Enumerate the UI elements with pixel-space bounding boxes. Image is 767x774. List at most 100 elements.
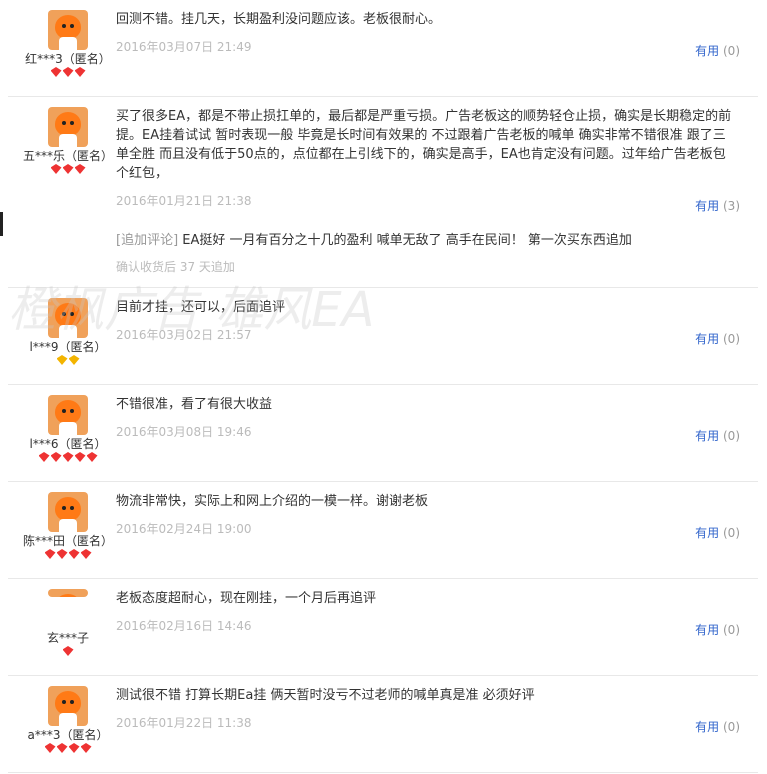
rank-gem-icon	[56, 743, 68, 753]
reviewer: 红***3（匿名）	[8, 10, 128, 79]
useful-button[interactable]: 有用 (3)	[695, 197, 740, 214]
useful-button[interactable]: 有用 (0)	[695, 427, 740, 444]
rank-gem-icon	[62, 67, 74, 77]
review-content: 目前才挂，还可以，后面追评 2016年03月02日 21:57	[116, 298, 736, 343]
useful-button[interactable]: 有用 (0)	[695, 524, 740, 541]
avatar[interactable]	[48, 395, 88, 435]
rank-gem-icon	[56, 355, 68, 365]
rank-gem-icon	[74, 164, 86, 174]
reviewer: 玄***子	[8, 589, 128, 658]
rank-gem-icon	[62, 646, 74, 656]
rank-gem-icon	[56, 549, 68, 559]
reviewer-name: 红***3（匿名）	[25, 52, 111, 66]
rank-gem-icon	[80, 743, 92, 753]
avatar[interactable]	[48, 107, 88, 147]
review-content: 不错很准，看了有很大收益 2016年03月08日 19:46	[116, 395, 736, 440]
review-text: 物流非常快，实际上和网上介绍的一模一样。谢谢老板	[116, 494, 429, 509]
review-date: 2016年01月21日 21:38	[116, 194, 252, 208]
reviewer-rank-icon	[8, 164, 128, 176]
useful-count: (0)	[723, 720, 740, 734]
reviewer-rank-icon	[8, 355, 128, 367]
avatar[interactable]	[48, 298, 88, 338]
useful-button[interactable]: 有用 (0)	[695, 42, 740, 59]
avatar[interactable]	[48, 492, 88, 532]
useful-count: (0)	[723, 623, 740, 637]
rank-gem-icon	[62, 452, 74, 462]
reviewer-name: 玄***子	[46, 631, 89, 645]
review-content: 老板态度超耐心，现在刚挂，一个月后再追评 2016年02月16日 14:46	[116, 589, 736, 634]
review-date: 2016年02月24日 19:00	[116, 522, 252, 536]
useful-button[interactable]: 有用 (0)	[695, 718, 740, 735]
review-text: 不错很准，看了有很大收益	[116, 397, 273, 412]
rank-gem-icon	[74, 67, 86, 77]
useful-label[interactable]: 有用	[695, 44, 719, 58]
rank-gem-icon	[38, 452, 50, 462]
rank-gem-icon	[86, 452, 98, 462]
reviewer: 陈***田（匿名）	[8, 492, 128, 561]
avatar[interactable]	[48, 686, 88, 726]
review-content: 买了很多EA，都是不带止损扛单的，最后都是严重亏损。广告老板这的顺势轻仓止损，确…	[116, 107, 736, 209]
review-item: l***6（匿名） 不错很准，看了有很大收益 2016年03月08日 19:46…	[8, 385, 758, 482]
rank-gem-icon	[62, 164, 74, 174]
reviewer: l***9（匿名）	[8, 298, 128, 367]
append-review: [追加评论] EA挺好 一月有百分之十几的盈利 喊单无敌了 高手在民间！ 第一次…	[116, 231, 736, 277]
review-item: a***3（匿名） 测试很不错 打算长期Ea挂 俩天暂时没亏不过老师的喊单真是准…	[8, 676, 758, 773]
reviewer-name: a***3（匿名）	[27, 728, 109, 742]
useful-count: (0)	[723, 526, 740, 540]
review-item: 红***3（匿名） 回测不错。挂几天，长期盈利没问题应该。老板很耐心。 2016…	[8, 0, 758, 97]
useful-button[interactable]: 有用 (0)	[695, 621, 740, 638]
useful-label[interactable]: 有用	[695, 526, 719, 540]
reviewer-name: l***6（匿名）	[29, 437, 107, 451]
useful-label[interactable]: 有用	[695, 623, 719, 637]
reviewer-name: 五***乐（匿名）	[22, 149, 113, 163]
reviewer-rank-icon	[8, 743, 128, 755]
reviewer: l***6（匿名）	[8, 395, 128, 464]
review-item: 五***乐（匿名） 买了很多EA，都是不带止损扛单的，最后都是严重亏损。广告老板…	[8, 97, 758, 288]
review-date: 2016年03月02日 21:57	[116, 328, 252, 342]
reviewer-name: 陈***田（匿名）	[22, 534, 113, 548]
rank-gem-icon	[44, 743, 56, 753]
reviewer-rank-icon	[8, 67, 128, 79]
useful-count: (0)	[723, 429, 740, 443]
useful-label[interactable]: 有用	[695, 332, 719, 346]
rank-gem-icon	[68, 743, 80, 753]
review-text: 老板态度超耐心，现在刚挂，一个月后再追评	[116, 591, 377, 606]
review-text: 回测不错。挂几天，长期盈利没问题应该。老板很耐心。	[116, 12, 442, 27]
reviews-page: 红***3（匿名） 回测不错。挂几天，长期盈利没问题应该。老板很耐心。 2016…	[0, 0, 767, 774]
append-text: EA挺好 一月有百分之十几的盈利 喊单无敌了 高手在民间！ 第一次买东西追加	[178, 233, 632, 248]
review-text: 测试很不错 打算长期Ea挂 俩天暂时没亏不过老师的喊单真是准 必须好评	[116, 688, 535, 703]
useful-label[interactable]: 有用	[695, 199, 719, 213]
reviewer-rank-icon	[8, 452, 128, 464]
reviewer-name: l***9（匿名）	[29, 340, 107, 354]
avatar[interactable]	[48, 10, 88, 50]
useful-button[interactable]: 有用 (0)	[695, 330, 740, 347]
rank-gem-icon	[74, 452, 86, 462]
rank-gem-icon	[68, 549, 80, 559]
review-date: 2016年03月08日 19:46	[116, 425, 252, 439]
rank-gem-icon	[80, 549, 92, 559]
append-meta: 确认收货后 37 天追加	[116, 260, 235, 274]
rank-gem-icon	[50, 164, 62, 174]
useful-count: (0)	[723, 332, 740, 346]
append-tag: [追加评论]	[116, 233, 179, 248]
review-text: 目前才挂，还可以，后面追评	[116, 300, 286, 315]
review-item: 玄***子 老板态度超耐心，现在刚挂，一个月后再追评 2016年02月16日 1…	[8, 579, 758, 676]
review-content: 物流非常快，实际上和网上介绍的一模一样。谢谢老板 2016年02月24日 19:…	[116, 492, 736, 537]
review-date: 2016年02月16日 14:46	[116, 619, 252, 633]
useful-count: (3)	[723, 199, 740, 213]
useful-count: (0)	[723, 44, 740, 58]
review-item: 陈***田（匿名） 物流非常快，实际上和网上介绍的一模一样。谢谢老板 2016年…	[8, 482, 758, 579]
useful-label[interactable]: 有用	[695, 720, 719, 734]
review-content: 测试很不错 打算长期Ea挂 俩天暂时没亏不过老师的喊单真是准 必须好评 2016…	[116, 686, 736, 731]
review-text: 买了很多EA，都是不带止损扛单的，最后都是严重亏损。广告老板这的顺势轻仓止损，确…	[116, 109, 732, 181]
reviewer-rank-icon	[8, 646, 128, 658]
useful-label[interactable]: 有用	[695, 429, 719, 443]
review-date: 2016年03月07日 21:49	[116, 40, 252, 54]
review-item: l***9（匿名） 目前才挂，还可以，后面追评 2016年03月02日 21:5…	[8, 288, 758, 385]
reviewer: a***3（匿名）	[8, 686, 128, 755]
rank-gem-icon	[50, 452, 62, 462]
rank-gem-icon	[50, 67, 62, 77]
reviewer: 五***乐（匿名）	[8, 107, 128, 176]
rank-gem-icon	[44, 549, 56, 559]
avatar[interactable]	[48, 589, 88, 597]
